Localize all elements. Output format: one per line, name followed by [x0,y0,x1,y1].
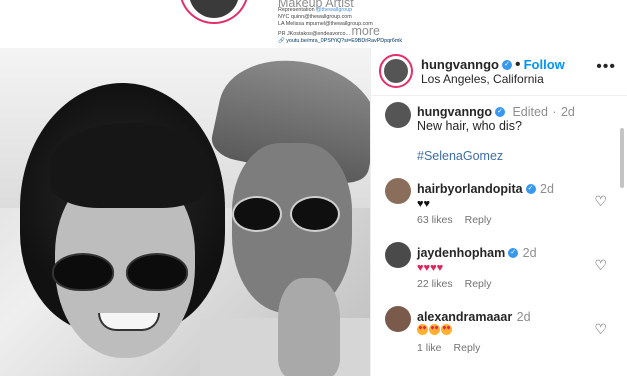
more-options-icon[interactable]: ••• [596,58,616,76]
author-avatar-ring[interactable] [379,54,413,88]
author-avatar[interactable] [384,59,408,83]
like-comment-heart-icon[interactable]: ♡ [594,257,607,274]
reply-button[interactable]: Reply [454,342,481,354]
comment-likes[interactable]: 22 likes [417,278,453,290]
bio-nyc: NYC quinn@thewallgroup.com [278,14,352,20]
bio-external-link[interactable]: 🔗 youtu.be/mra_0PSfYiQ?si=E9BDrRavPDpqr6… [278,38,438,45]
post-photo[interactable] [0,48,370,376]
bio-pr: PR JKostakos@endeavorco... more [278,24,380,38]
caption-hashtag[interactable]: #SelenaGomez [417,149,503,163]
edited-label: Edited [512,105,548,119]
comment-avatar[interactable] [385,242,411,268]
comment-likes[interactable]: 63 likes [417,214,453,226]
caption-author[interactable]: hungvanngo [417,105,492,119]
verified-badge-icon: ✓ [525,183,536,194]
reply-button[interactable]: Reply [465,214,492,226]
comment-text: ♥♥ [417,198,431,210]
comment-avatar[interactable] [385,178,411,204]
post-location[interactable]: Los Angeles, California [421,72,544,86]
verified-badge-icon: ✓ [495,106,505,117]
profile-avatar[interactable] [179,0,249,24]
post-header: hungvanngo ✓ • Follow Los Angeles, Californ… [371,48,627,96]
profile-header-strip: Makeup Artist Representation @thewallgro… [0,0,627,48]
caption-text: New hair, who dis? [417,119,522,133]
comment-text: ♥♥♥♥ [417,262,444,274]
bio-representation: Representation @thewallgroup [278,7,353,13]
comment-time[interactable]: 2d [540,182,554,196]
follow-button[interactable]: Follow [524,57,565,72]
profile-bio: Makeup Artist Representation @thewallgro… [278,0,438,45]
reply-button[interactable]: Reply [465,278,492,290]
verified-badge-icon: ✓ [508,247,519,258]
comment-time[interactable]: 2d [523,246,537,260]
bio-more-link[interactable]: more [352,24,380,38]
link-icon: 🔗 [278,38,285,44]
caption-time[interactable]: 2d [561,105,575,119]
post-sidebar: hungvanngo ✓ • Follow Los Angeles, Californ… [370,48,627,376]
comment-text [417,322,453,340]
author-username[interactable]: hungvanngo [421,57,499,72]
bio-role: Makeup Artist [278,0,354,10]
verified-badge-icon: ✓ [502,59,512,70]
comment-likes[interactable]: 1 like [417,342,442,354]
like-comment-heart-icon[interactable]: ♡ [594,193,607,210]
post-modal: hungvanngo ✓ • Follow Los Angeles, Californ… [0,48,627,376]
representation-link[interactable]: @thewallgroup [316,7,352,13]
caption-author-avatar[interactable] [385,102,411,128]
comment-time[interactable]: 2d [517,310,531,324]
like-comment-heart-icon[interactable]: ♡ [594,321,607,338]
comments-scrollbar[interactable] [620,128,624,188]
comment-username[interactable]: hairbyorlandopita [417,182,523,196]
comment-avatar[interactable] [385,306,411,332]
